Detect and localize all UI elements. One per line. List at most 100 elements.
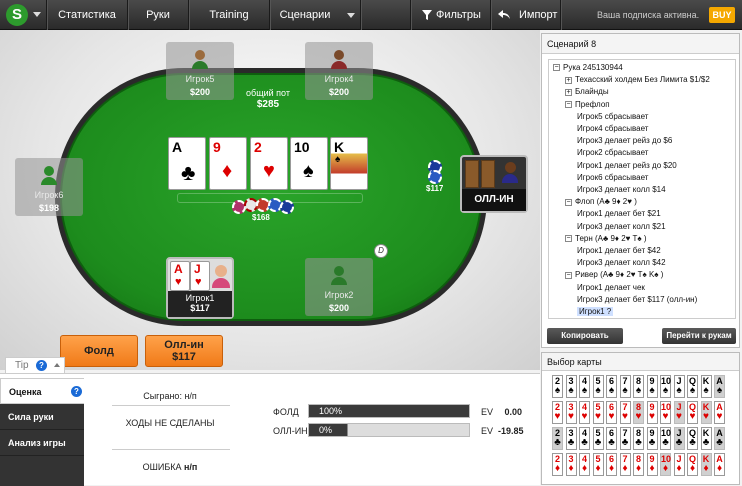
pick-card[interactable]: Q ♠ (687, 375, 698, 398)
tab-hand-strength[interactable]: Сила руки (0, 404, 84, 430)
pick-card[interactable]: Q ♦ (687, 453, 698, 476)
pick-card[interactable]: 4 ♥ (579, 401, 590, 424)
pick-card[interactable]: 7 ♣ (619, 427, 631, 450)
pick-card[interactable]: Q ♣ (687, 427, 698, 450)
pick-card[interactable]: 9 ♣ (646, 427, 658, 450)
tree-item[interactable]: Игрок1 делает бет $21 (577, 209, 661, 218)
pick-card[interactable]: 7 ♥ (619, 401, 631, 424)
pick-card[interactable]: A ♠ (714, 375, 725, 398)
hand-history-tree[interactable]: − Рука 245130944 + Техасский холдем Без Лим… (548, 59, 736, 319)
fold-button[interactable]: Фолд (60, 335, 138, 367)
tree-item[interactable]: Игрок2 сбрасывает (577, 148, 648, 157)
seat-hero[interactable]: A ♥ J ♥ Игрок1 $117 (166, 257, 234, 319)
pick-card[interactable]: 2 ♠ (552, 375, 563, 398)
chevron-up-icon[interactable] (54, 363, 60, 367)
seat-player3-allin[interactable]: ОЛЛ-ИН (460, 155, 528, 213)
pick-card[interactable]: 4 ♠ (579, 375, 590, 398)
pick-card[interactable]: 6 ♠ (606, 375, 617, 398)
pick-card[interactable]: A ♣ (714, 427, 725, 450)
expand-icon[interactable]: + (565, 76, 572, 84)
pick-card[interactable]: 9 ♠ (646, 375, 658, 398)
chevron-down-icon[interactable] (347, 13, 355, 18)
pick-card[interactable]: 3 ♦ (565, 453, 577, 476)
pick-card[interactable]: 6 ♣ (606, 427, 617, 450)
pick-card[interactable]: 9 ♦ (646, 453, 658, 476)
pick-card[interactable]: J ♣ (673, 427, 685, 450)
pick-card[interactable]: 10 ♣ (660, 427, 671, 450)
tree-item[interactable]: + Блайнды (565, 87, 609, 96)
help-icon[interactable]: ? (71, 386, 82, 397)
tree-item[interactable]: Игрок3 делает рейз до $6 (577, 136, 672, 145)
pick-card[interactable]: 10 ♦ (660, 453, 671, 476)
pick-card[interactable]: 5 ♣ (592, 427, 604, 450)
pick-card[interactable]: 7 ♠ (619, 375, 631, 398)
seat-player2[interactable]: Игрок2 $200 (305, 258, 373, 316)
pick-card[interactable]: K ♦ (700, 453, 712, 476)
pick-card[interactable]: 8 ♥ (633, 401, 644, 424)
pick-card[interactable]: J ♠ (673, 375, 685, 398)
tree-item[interactable]: Игрок4 сбрасывает (577, 124, 648, 133)
import-button[interactable]: Импорт (495, 0, 557, 30)
filters-button[interactable]: Фильтры (418, 0, 490, 30)
pick-card[interactable]: 2 ♣ (552, 427, 563, 450)
tree-item[interactable]: Игрок3 делает бет $117 (олл-ин) (577, 295, 697, 304)
pick-card[interactable]: 4 ♦ (579, 453, 590, 476)
pick-card[interactable]: 3 ♥ (565, 401, 577, 424)
pick-card[interactable]: 2 ♦ (552, 453, 563, 476)
tree-item[interactable]: − Префлоп (565, 100, 610, 109)
pick-card[interactable]: 3 ♣ (565, 427, 577, 450)
pick-card[interactable]: A ♥ (714, 401, 725, 424)
pick-card[interactable]: K ♥ (700, 401, 712, 424)
collapse-icon[interactable]: − (565, 271, 572, 279)
pick-card[interactable]: 9 ♥ (646, 401, 658, 424)
buy-button[interactable]: BUY (709, 7, 735, 23)
tab-evaluation[interactable]: Оценка ? (0, 378, 84, 404)
tab-game-analysis[interactable]: Анализ игры (0, 430, 84, 456)
pick-card[interactable]: K ♣ (700, 427, 712, 450)
pick-card[interactable]: 5 ♠ (592, 375, 604, 398)
tree-item[interactable]: Игрок1 делает рейз до $20 (577, 161, 677, 170)
copy-scenario-button[interactable]: Копировать сценарий (547, 328, 623, 344)
pick-card[interactable]: J ♦ (673, 453, 685, 476)
tree-item[interactable]: Игрок1 ? (577, 307, 614, 316)
pick-card[interactable]: 5 ♥ (592, 401, 604, 424)
collapse-icon[interactable]: − (553, 64, 560, 72)
pick-card[interactable]: 4 ♣ (579, 427, 590, 450)
pick-card[interactable]: Q ♥ (687, 401, 698, 424)
pick-card[interactable]: 8 ♣ (633, 427, 644, 450)
collapse-icon[interactable]: − (565, 100, 572, 108)
pick-card[interactable]: 8 ♠ (633, 375, 644, 398)
pick-card[interactable]: 8 ♦ (633, 453, 644, 476)
chevron-down-icon[interactable] (33, 12, 41, 17)
seat-player5[interactable]: Игрок5 $200 (166, 42, 234, 100)
tree-item[interactable]: Игрок5 сбрасывает (577, 112, 648, 121)
tree-item[interactable]: − Терн (A♣ 9♦ 2♥ T♠ ) (565, 234, 647, 243)
pick-card[interactable]: 5 ♦ (592, 453, 604, 476)
tree-item[interactable]: − Ривер (A♣ 9♦ 2♥ T♠ K♠ ) (565, 270, 663, 279)
pick-card[interactable]: 10 ♠ (660, 375, 671, 398)
nav-statistics[interactable]: Статистика (47, 0, 127, 30)
pick-card[interactable]: J ♥ (673, 401, 685, 424)
go-to-hands-button[interactable]: Перейти к рукам (662, 328, 736, 344)
tree-item[interactable]: Игрок3 делает колл $42 (577, 258, 666, 267)
pick-card[interactable]: 6 ♥ (606, 401, 617, 424)
pick-card[interactable]: 7 ♦ (619, 453, 631, 476)
tree-item[interactable]: Игрок3 делает колл $21 (577, 222, 666, 231)
tree-item[interactable]: − Рука 245130944 (553, 63, 623, 72)
tree-item[interactable]: + Техасский холдем Без Лимита $1/$2 (565, 75, 710, 84)
expand-icon[interactable]: + (565, 88, 572, 96)
nav-training[interactable]: Training (189, 0, 269, 30)
tree-item[interactable]: Игрок6 сбрасывает (577, 173, 648, 182)
nav-hands[interactable]: Руки (128, 0, 188, 30)
seat-player4[interactable]: Игрок4 $200 (305, 42, 373, 100)
pick-card[interactable]: 10 ♥ (660, 401, 671, 424)
tip-tab[interactable]: Tip ? (5, 357, 65, 373)
tree-item[interactable]: Игрок3 делает колл $14 (577, 185, 666, 194)
pick-card[interactable]: 3 ♠ (565, 375, 577, 398)
tree-item[interactable]: Игрок1 делает чек (577, 283, 645, 292)
pick-card[interactable]: A ♦ (714, 453, 725, 476)
collapse-icon[interactable]: − (565, 235, 572, 243)
pick-card[interactable]: 6 ♦ (606, 453, 617, 476)
help-icon[interactable]: ? (36, 360, 47, 371)
nav-scenarios[interactable]: Сценарии (270, 0, 340, 30)
